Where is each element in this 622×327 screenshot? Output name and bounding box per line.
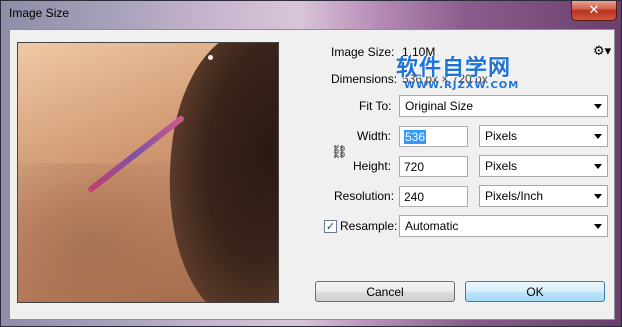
close-button[interactable]: ✕ xyxy=(571,1,617,21)
fit-to-value: Original Size xyxy=(405,99,474,113)
resolution-value: 240 xyxy=(404,190,425,204)
dialog-body: Image Size: 1.10M ⚙▾ Dimensions: 536 px … xyxy=(9,29,615,320)
image-size-label: Image Size: xyxy=(331,45,395,59)
fit-to-select[interactable]: Original Size xyxy=(399,95,608,117)
width-input[interactable]: 536 xyxy=(399,126,468,147)
resolution-unit-value: Pixels/Inch xyxy=(485,189,544,203)
link-icon[interactable]: ⛓ xyxy=(331,145,348,160)
resample-select[interactable]: Automatic xyxy=(399,215,608,237)
width-label: Width: xyxy=(357,129,392,143)
resolution-input[interactable]: 240 xyxy=(399,186,468,207)
resolution-label: Resolution: xyxy=(334,189,395,203)
ok-button[interactable]: OK xyxy=(465,281,605,302)
gear-icon[interactable]: ⚙▾ xyxy=(593,44,611,59)
chevron-down-icon xyxy=(594,224,602,229)
dialog-window: Image Size ✕ Image Size: 1.10M ⚙▾ Dimens… xyxy=(0,0,622,327)
resample-value: Automatic xyxy=(405,219,459,233)
width-unit-select[interactable]: Pixels xyxy=(479,125,608,147)
height-input[interactable]: 720 xyxy=(399,156,468,177)
cancel-button[interactable]: Cancel xyxy=(315,281,455,302)
height-value: 720 xyxy=(404,160,425,174)
height-unit-value: Pixels xyxy=(485,159,518,173)
width-unit-value: Pixels xyxy=(485,129,518,143)
window-title: Image Size xyxy=(9,6,70,20)
title-bar: Image Size ✕ xyxy=(1,1,621,27)
dimensions-label: Dimensions: xyxy=(331,72,398,86)
chevron-down-icon xyxy=(594,164,602,169)
width-value: 536 xyxy=(404,130,427,144)
watermark-url: WWW.RJZXW.COM xyxy=(404,80,520,91)
height-label: Height: xyxy=(353,159,392,173)
image-preview[interactable] xyxy=(17,42,279,303)
resample-checkbox[interactable]: ✓ xyxy=(324,220,337,233)
chevron-down-icon xyxy=(594,104,602,109)
height-unit-select[interactable]: Pixels xyxy=(479,155,608,177)
chevron-down-icon xyxy=(594,134,602,139)
chevron-down-icon xyxy=(594,194,602,199)
resample-label[interactable]: Resample: xyxy=(340,219,397,233)
watermark-logo: 软件自学网 xyxy=(396,56,512,81)
fit-to-label: Fit To: xyxy=(359,99,392,113)
resolution-unit-select[interactable]: Pixels/Inch xyxy=(479,185,608,207)
